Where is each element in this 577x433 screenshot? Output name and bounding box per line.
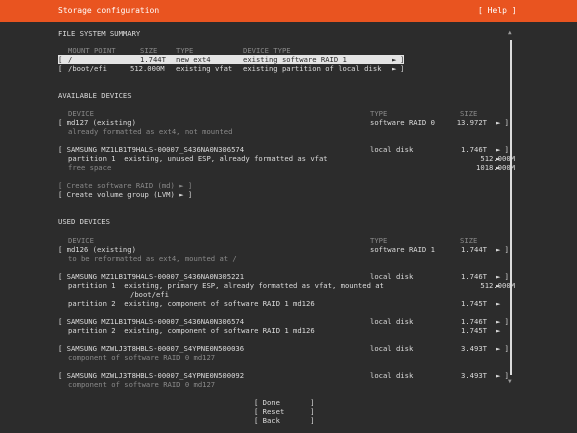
- used-md126-arrow[interactable]: ► ]: [496, 245, 509, 254]
- used-md126[interactable]: [ md126 (existing): [58, 245, 136, 254]
- create-lvm-button[interactable]: [ Create volume group (LVM) ► ]: [58, 190, 192, 199]
- avail-part1-arrow[interactable]: ►: [496, 154, 500, 163]
- used-disk4-size: 3.493T: [461, 371, 487, 380]
- done-button[interactable]: [ Done ]: [254, 398, 315, 407]
- used-disk2-part2-arrow[interactable]: ►: [496, 326, 500, 335]
- avail-md127-size: 13.972T: [456, 118, 487, 127]
- avail-free-arrow[interactable]: ►: [496, 163, 500, 172]
- used-disk1-part1[interactable]: partition 1 existing, primary ESP, alrea…: [68, 281, 384, 290]
- used-disk2-size: 1.746T: [461, 317, 487, 326]
- avail-col-type: TYPE: [370, 109, 388, 118]
- avail-md127-type: software RAID 0: [370, 118, 435, 127]
- scrollbar-thumb[interactable]: [510, 40, 512, 375]
- avail-md127[interactable]: [ md127 (existing): [58, 118, 136, 127]
- title-bar: Storage configuration [ Help ]: [0, 0, 577, 22]
- used-disk4[interactable]: [ SAMSUNG MZWLJ3T8HBLS-00007_S4YPNE0N500…: [58, 371, 244, 380]
- avail-disk-type: local disk: [370, 145, 414, 154]
- fs-row-efi-arrow[interactable]: ►: [392, 64, 396, 73]
- used-disk4-type: local disk: [370, 371, 414, 380]
- used-disk1-size: 1.746T: [461, 272, 487, 281]
- fs-row-root-arrow: ►: [392, 55, 397, 64]
- used-md126-size: 1.744T: [461, 245, 487, 254]
- used-disk1-part1-arrow[interactable]: ►: [496, 281, 500, 290]
- used-disk3-note: component of software RAID 0 md127: [68, 353, 216, 362]
- scroll-up-icon[interactable]: ▲: [508, 29, 512, 36]
- col-type: TYPE: [176, 46, 194, 55]
- fs-row-root-bracket: [: [58, 55, 63, 64]
- avail-free-size: 1018.000M: [476, 163, 515, 172]
- fs-row-efi-type: existing vfat: [176, 64, 233, 73]
- used-disk1-part2[interactable]: partition 2 existing, component of softw…: [68, 299, 315, 308]
- fs-row-efi-bracket[interactable]: [: [58, 64, 62, 73]
- used-col-type: TYPE: [370, 236, 388, 245]
- used-col-size: SIZE: [460, 236, 478, 245]
- avail-md127-note: already formatted as ext4, not mounted: [68, 127, 233, 136]
- used-disk3-arrow[interactable]: ► ]: [496, 344, 509, 353]
- avail-part1[interactable]: partition 1 existing, unused ESP, alread…: [68, 154, 328, 163]
- used-disk3-type: local disk: [370, 344, 414, 353]
- avail-disk-size: 1.746T: [461, 145, 487, 154]
- avail-disk-arrow[interactable]: ► ]: [496, 145, 509, 154]
- used-disk2-part2[interactable]: partition 2 existing, component of softw…: [68, 326, 315, 335]
- fs-row-root-close: ]: [400, 55, 405, 64]
- avail-md127-arrow[interactable]: ► ]: [496, 118, 509, 127]
- used-disk1-part2-arrow[interactable]: ►: [496, 299, 500, 308]
- available-heading: AVAILABLE DEVICES: [58, 91, 132, 100]
- used-disk1[interactable]: [ SAMSUNG MZ1LB1T9HALS-00007_S436NA0N305…: [58, 272, 244, 281]
- create-raid-button[interactable]: [ Create software RAID (md) ► ]: [58, 181, 192, 190]
- avail-col-device: DEVICE: [68, 109, 94, 118]
- used-disk1-part1-mount: /boot/efi: [130, 290, 169, 299]
- help-button[interactable]: [ Help ]: [478, 6, 517, 15]
- used-disk2-part2-size: 1.745T: [461, 326, 487, 335]
- window-title: Storage configuration: [58, 6, 160, 15]
- used-disk3-size: 3.493T: [461, 344, 487, 353]
- col-mount-point: MOUNT POINT: [68, 46, 116, 55]
- fs-row-root-device: existing software RAID 1: [243, 55, 347, 64]
- used-col-device: DEVICE: [68, 236, 94, 245]
- back-button[interactable]: [ Back ]: [254, 416, 315, 425]
- avail-part1-size: 512.000M: [480, 154, 515, 163]
- used-disk1-part2-size: 1.745T: [461, 299, 487, 308]
- fs-row-root[interactable]: [58, 55, 404, 64]
- scroll-down-icon[interactable]: ▼: [508, 378, 512, 385]
- col-size: SIZE: [140, 46, 158, 55]
- used-disk2-arrow[interactable]: ► ]: [496, 317, 509, 326]
- used-disk2-type: local disk: [370, 317, 414, 326]
- used-disk3[interactable]: [ SAMSUNG MZWLJ3T8HBLS-00007_S4YPNE0N500…: [58, 344, 244, 353]
- col-device-type: DEVICE TYPE: [243, 46, 291, 55]
- avail-free-space[interactable]: free space: [68, 163, 111, 172]
- reset-button[interactable]: [ Reset ]: [254, 407, 315, 416]
- used-md126-type: software RAID 1: [370, 245, 435, 254]
- fs-summary-heading: FILE SYSTEM SUMMARY: [58, 29, 141, 38]
- used-heading: USED DEVICES: [58, 217, 110, 226]
- fs-row-efi-close: ]: [400, 64, 405, 73]
- fs-row-efi-device: existing partition of local disk: [243, 64, 382, 73]
- fs-row-efi-size: 512.000M: [130, 64, 165, 73]
- used-disk1-type: local disk: [370, 272, 414, 281]
- avail-disk[interactable]: [ SAMSUNG MZ1LB1T9HALS-00007_S436NA0N306…: [58, 145, 244, 154]
- fs-row-efi-mount: /boot/efi: [68, 64, 107, 73]
- used-disk4-note: component of software RAID 0 md127: [68, 380, 216, 389]
- used-disk1-arrow[interactable]: ► ]: [496, 272, 509, 281]
- used-disk2[interactable]: [ SAMSUNG MZ1LB1T9HALS-00007_S436NA0N306…: [58, 317, 244, 326]
- avail-col-size: SIZE: [460, 109, 478, 118]
- used-md126-note: to be reformatted as ext4, mounted at /: [68, 254, 237, 263]
- fs-row-root-type: new ext4: [176, 55, 211, 64]
- fs-row-root-mount: /: [68, 55, 73, 64]
- used-disk1-part1-size: 512.000M: [480, 281, 515, 290]
- fs-row-root-size: 1.744T: [140, 55, 166, 64]
